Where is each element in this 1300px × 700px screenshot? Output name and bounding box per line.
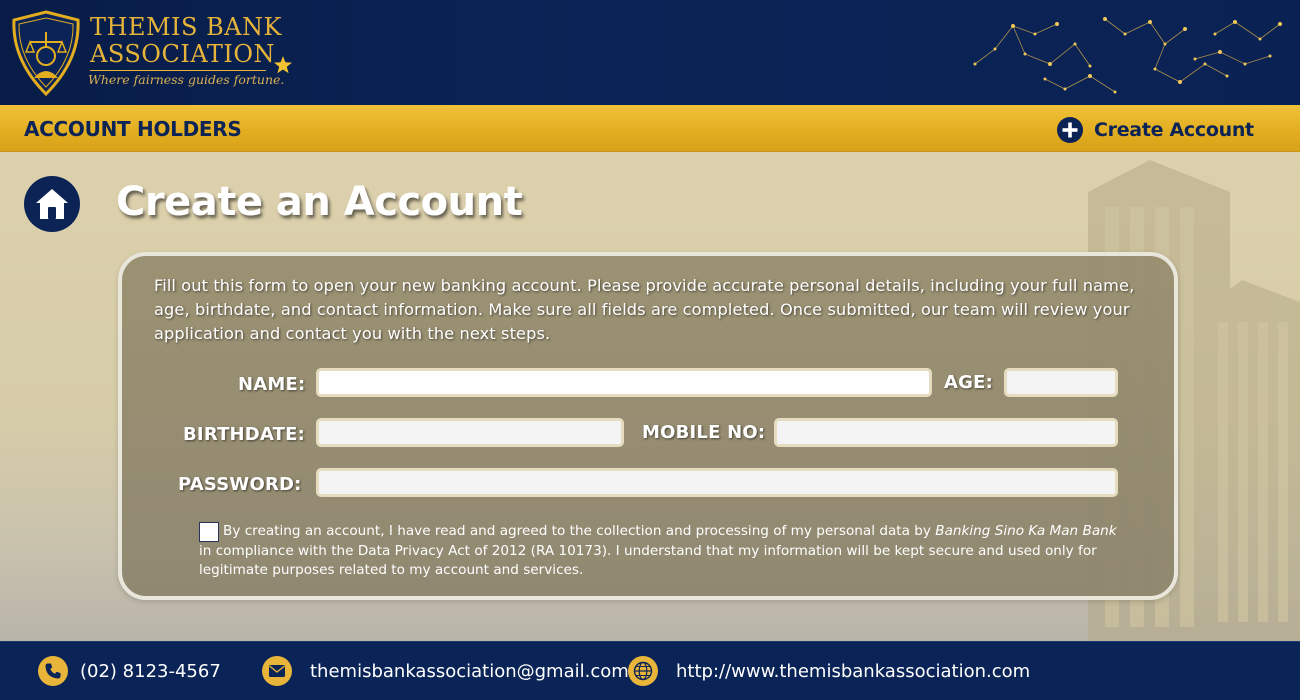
password-label: PASSWORD: — [178, 474, 302, 495]
constellation-decoration — [973, 17, 1282, 94]
themis-shield-logo-icon — [12, 10, 80, 96]
home-button[interactable] — [24, 176, 80, 232]
create-account-button[interactable]: Create Account — [1056, 115, 1254, 145]
birthdate-input[interactable] — [316, 418, 624, 447]
phone-icon — [38, 656, 68, 686]
footer-phone: (02) 8123-4567 — [38, 656, 221, 686]
footer-website-link[interactable]: http://www.themisbankassociation.com — [676, 661, 1030, 682]
footer: (02) 8123-4567 themisbankassociation@gma… — [0, 641, 1300, 700]
age-label: AGE: — [944, 372, 993, 393]
mobile-input[interactable] — [774, 418, 1118, 447]
create-account-label: Create Account — [1094, 119, 1254, 141]
brand-name-line2: ASSOCIATION — [90, 41, 275, 71]
footer-email-link[interactable]: themisbankassociation@gmail.com — [310, 661, 629, 682]
subheader-bar: ACCOUNT HOLDERS Create Account — [0, 105, 1300, 152]
form-instructions: Fill out this form to open your new bank… — [154, 276, 1135, 343]
name-input[interactable] — [316, 368, 932, 397]
age-input[interactable] — [1004, 368, 1118, 397]
home-icon — [36, 189, 68, 219]
page-title: Create an Account — [116, 179, 523, 225]
create-account-form: Fill out this form to open your new bank… — [118, 252, 1178, 600]
brand-tagline: Where fairness guides fortune. — [88, 72, 285, 87]
mail-icon — [262, 656, 292, 686]
password-input[interactable] — [316, 468, 1118, 497]
footer-email: themisbankassociation@gmail.com — [262, 656, 629, 686]
brand-name: THEMIS BANK ASSOCIATION — [90, 13, 282, 71]
consent-bank-name: Banking Sino Ka Man Bank — [935, 523, 1117, 539]
footer-phone-text: (02) 8123-4567 — [80, 660, 221, 682]
mobile-label: MOBILE NO: — [642, 422, 766, 443]
brand-name-line1: THEMIS BANK — [90, 13, 282, 41]
birthdate-label: BIRTHDATE: — [183, 424, 306, 445]
consent-checkbox[interactable] — [199, 522, 219, 542]
consent-suffix: in compliance with the Data Privacy Act … — [199, 542, 1097, 579]
footer-website: http://www.themisbankassociation.com — [628, 656, 1030, 686]
main-content: Create an Account Fill out this form to … — [0, 152, 1300, 641]
section-title: ACCOUNT HOLDERS — [24, 117, 242, 141]
header: THEMIS BANK ASSOCIATION Where fairness g… — [0, 0, 1300, 105]
consent-text: By creating an account, I have read and … — [199, 522, 1129, 581]
consent-prefix: By creating an account, I have read and … — [223, 523, 936, 539]
globe-icon — [628, 656, 658, 686]
plus-circle-icon — [1057, 117, 1083, 143]
star-icon — [274, 56, 292, 74]
name-label: NAME: — [238, 374, 306, 395]
